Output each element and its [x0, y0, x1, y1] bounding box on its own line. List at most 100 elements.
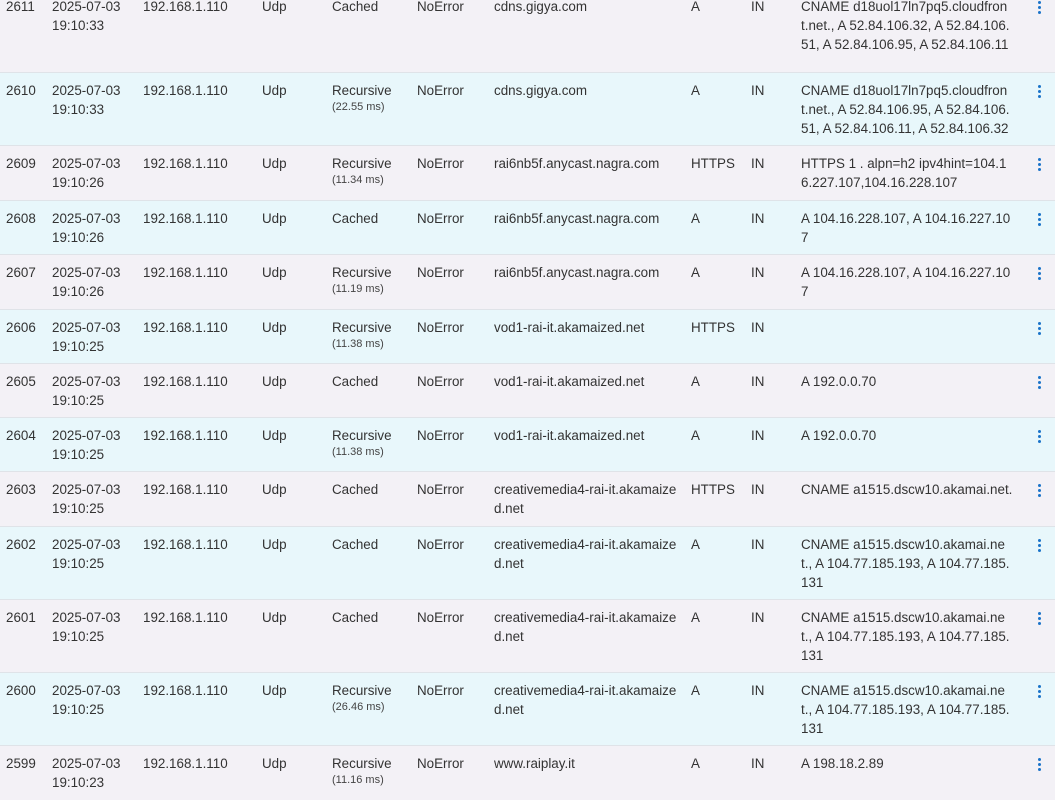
row-qclass: IN: [751, 211, 765, 226]
row-id: 2610: [6, 83, 36, 98]
query-log-table: 2611 2025-07-03 19:10:33 192.168.1.110 Ud…: [0, 0, 1055, 800]
kebab-vertical-icon[interactable]: [1033, 157, 1047, 173]
kebab-vertical-icon[interactable]: [1033, 0, 1047, 16]
row-qtype: HTTPS: [691, 320, 735, 335]
row-qtype: A: [691, 374, 700, 389]
kebab-vertical-icon[interactable]: [1033, 757, 1047, 773]
response-time: (11.19 ms): [332, 283, 384, 295]
row-client-ip: 192.168.1.110: [143, 374, 228, 389]
row-protocol: Udp: [262, 265, 287, 280]
row-rcode: NoError: [417, 537, 464, 552]
kebab-vertical-icon[interactable]: [1033, 375, 1047, 391]
row-qtype: A: [691, 211, 700, 226]
kebab-vertical-icon[interactable]: [1033, 483, 1047, 499]
row-rcode: NoError: [417, 482, 464, 497]
row-client-ip: 192.168.1.110: [143, 683, 228, 698]
row-response-type: Cached: [332, 535, 378, 554]
row-timestamp: 2025-07-03 19:10:25: [52, 318, 132, 356]
row-answer: CNAME d18uol17ln7pq5.cloudfront.net., A …: [801, 0, 1010, 52]
response-time: (11.34 ms): [332, 174, 384, 186]
row-answer: A 198.18.2.89: [801, 756, 884, 771]
table-row: 2602 2025-07-03 19:10:25 192.168.1.110 Ud…: [0, 527, 1055, 600]
row-id: 2602: [6, 537, 36, 552]
kebab-vertical-icon[interactable]: [1033, 429, 1047, 445]
row-answer: HTTPS 1 . alpn=h2 ipv4hint=104.16.227.10…: [801, 156, 1007, 190]
row-protocol: Udp: [262, 756, 287, 771]
row-time: 19:10:25: [52, 339, 105, 354]
table-row: 2608 2025-07-03 19:10:26 192.168.1.110 Ud…: [0, 201, 1055, 255]
row-timestamp: 2025-07-03 19:10:26: [52, 209, 132, 247]
row-time: 19:10:25: [52, 393, 105, 408]
row-answer: CNAME d18uol17ln7pq5.cloudfront.net., A …: [801, 83, 1010, 136]
kebab-vertical-icon[interactable]: [1033, 212, 1047, 228]
response-type-label: Recursive: [332, 265, 392, 280]
response-time: (11.38 ms): [332, 338, 384, 350]
row-client-ip: 192.168.1.110: [143, 320, 228, 335]
row-timestamp: 2025-07-03 19:10:25: [52, 535, 132, 573]
response-type-label: Cached: [332, 374, 379, 389]
table-row: 2609 2025-07-03 19:10:26 192.168.1.110 Ud…: [0, 146, 1055, 201]
row-response-type: Recursive (11.19 ms): [332, 263, 392, 296]
row-date: 2025-07-03: [52, 683, 121, 698]
row-protocol: Udp: [262, 156, 287, 171]
row-qtype: A: [691, 83, 700, 98]
row-qclass: IN: [751, 482, 765, 497]
row-qclass: IN: [751, 683, 765, 698]
row-client-ip: 192.168.1.110: [143, 482, 228, 497]
response-type-label: Cached: [332, 482, 379, 497]
response-type-label: Cached: [332, 610, 379, 625]
row-client-ip: 192.168.1.110: [143, 83, 228, 98]
row-rcode: NoError: [417, 374, 464, 389]
kebab-vertical-icon[interactable]: [1033, 538, 1047, 554]
row-qclass: IN: [751, 265, 765, 280]
row-timestamp: 2025-07-03 19:10:25: [52, 480, 132, 518]
row-qclass: IN: [751, 0, 765, 14]
row-id: 2606: [6, 320, 36, 335]
row-id: 2599: [6, 756, 36, 771]
row-date: 2025-07-03: [52, 320, 121, 335]
row-response-type: Cached: [332, 0, 378, 16]
row-id: 2607: [6, 265, 36, 280]
row-date: 2025-07-03: [52, 374, 121, 389]
row-date: 2025-07-03: [52, 0, 121, 14]
response-type-label: Recursive: [332, 320, 392, 335]
row-response-type: Cached: [332, 608, 378, 627]
response-type-label: Cached: [332, 0, 379, 14]
response-type-label: Cached: [332, 537, 379, 552]
row-protocol: Udp: [262, 610, 287, 625]
row-domain: creativemedia4-rai-it.akamaized.net: [494, 537, 677, 571]
row-id: 2603: [6, 482, 36, 497]
row-answer: CNAME a1515.dscw10.akamai.net., A 104.77…: [801, 610, 1010, 663]
kebab-vertical-icon[interactable]: [1033, 84, 1047, 100]
row-protocol: Udp: [262, 211, 287, 226]
row-qtype: A: [691, 683, 700, 698]
kebab-vertical-icon[interactable]: [1033, 611, 1047, 627]
table-row: 2611 2025-07-03 19:10:33 192.168.1.110 Ud…: [0, 0, 1055, 73]
kebab-vertical-icon[interactable]: [1033, 321, 1047, 337]
row-domain: creativemedia4-rai-it.akamaized.net: [494, 610, 677, 644]
row-qtype: A: [691, 537, 700, 552]
row-response-type: Recursive (22.55 ms): [332, 81, 392, 114]
row-timestamp: 2025-07-03 19:10:25: [52, 608, 132, 646]
row-client-ip: 192.168.1.110: [143, 211, 228, 226]
row-answer: CNAME a1515.dscw10.akamai.net.: [801, 482, 1013, 497]
kebab-vertical-icon[interactable]: [1033, 266, 1047, 282]
row-id: 2605: [6, 374, 36, 389]
row-protocol: Udp: [262, 83, 287, 98]
row-time: 19:10:25: [52, 501, 105, 516]
row-time: 19:10:25: [52, 556, 105, 571]
row-qtype: A: [691, 265, 700, 280]
row-answer: CNAME a1515.dscw10.akamai.net., A 104.77…: [801, 683, 1010, 736]
row-client-ip: 192.168.1.110: [143, 265, 228, 280]
response-type-label: Recursive: [332, 683, 392, 698]
row-qclass: IN: [751, 537, 765, 552]
table-row: 2599 2025-07-03 19:10:23 192.168.1.110 Ud…: [0, 746, 1055, 800]
kebab-vertical-icon[interactable]: [1033, 684, 1047, 700]
row-qtype: A: [691, 428, 700, 443]
row-qclass: IN: [751, 156, 765, 171]
row-domain: creativemedia4-rai-it.akamaized.net: [494, 482, 677, 516]
row-id: 2601: [6, 610, 36, 625]
row-response-type: Cached: [332, 480, 378, 499]
table-row: 2601 2025-07-03 19:10:25 192.168.1.110 Ud…: [0, 600, 1055, 673]
table-row: 2607 2025-07-03 19:10:26 192.168.1.110 Ud…: [0, 255, 1055, 310]
